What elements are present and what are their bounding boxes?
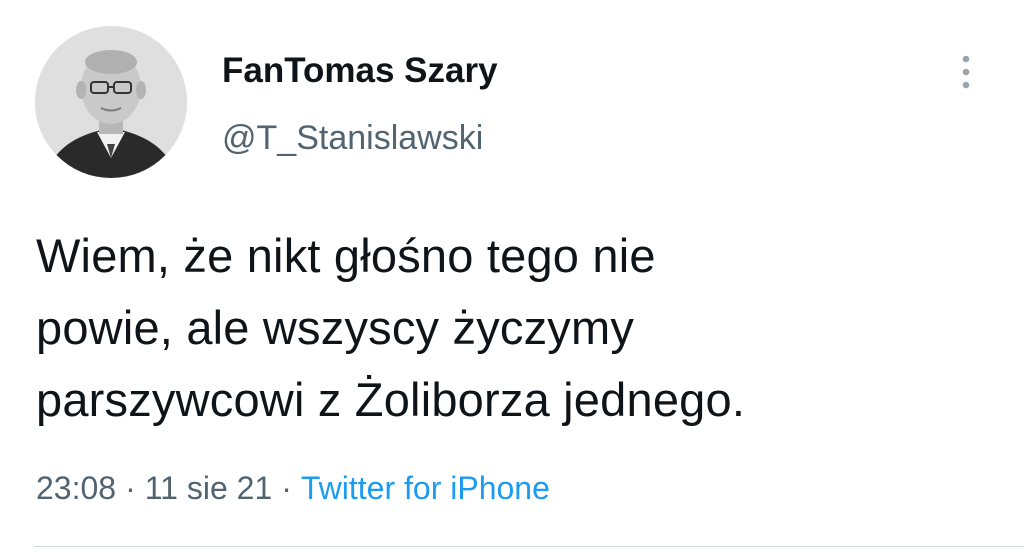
tweet-text-line: Wiem, że nikt głośno tego nie (36, 229, 656, 282)
more-vertical-icon[interactable] (952, 52, 980, 92)
tweet-text-line: powie, ale wszyscy życzymy (36, 301, 635, 354)
meta-separator: · (125, 470, 136, 506)
author-display-name[interactable]: FanTomas Szary (222, 49, 498, 93)
profile-photo-icon (35, 26, 187, 178)
tweet-meta: 23:08 · 11 sie 21 · Twitter for iPhone (36, 466, 550, 510)
avatar[interactable] (35, 26, 187, 178)
tweet-card: FanTomas Szary @T_Stanislawski Wiem, że … (0, 0, 1024, 553)
divider (34, 546, 1024, 547)
tweet-source-link[interactable]: Twitter for iPhone (301, 470, 550, 506)
tweet-date[interactable]: 11 sie 21 (145, 470, 273, 506)
author-handle[interactable]: @T_Stanislawski (222, 117, 483, 159)
tweet-text-line: parszywcowi z Żoliborza jednego. (36, 373, 746, 426)
meta-separator: · (281, 470, 292, 506)
tweet-time[interactable]: 23:08 (36, 470, 116, 506)
tweet-text: Wiem, że nikt głośno tego nie powie, ale… (36, 220, 996, 436)
